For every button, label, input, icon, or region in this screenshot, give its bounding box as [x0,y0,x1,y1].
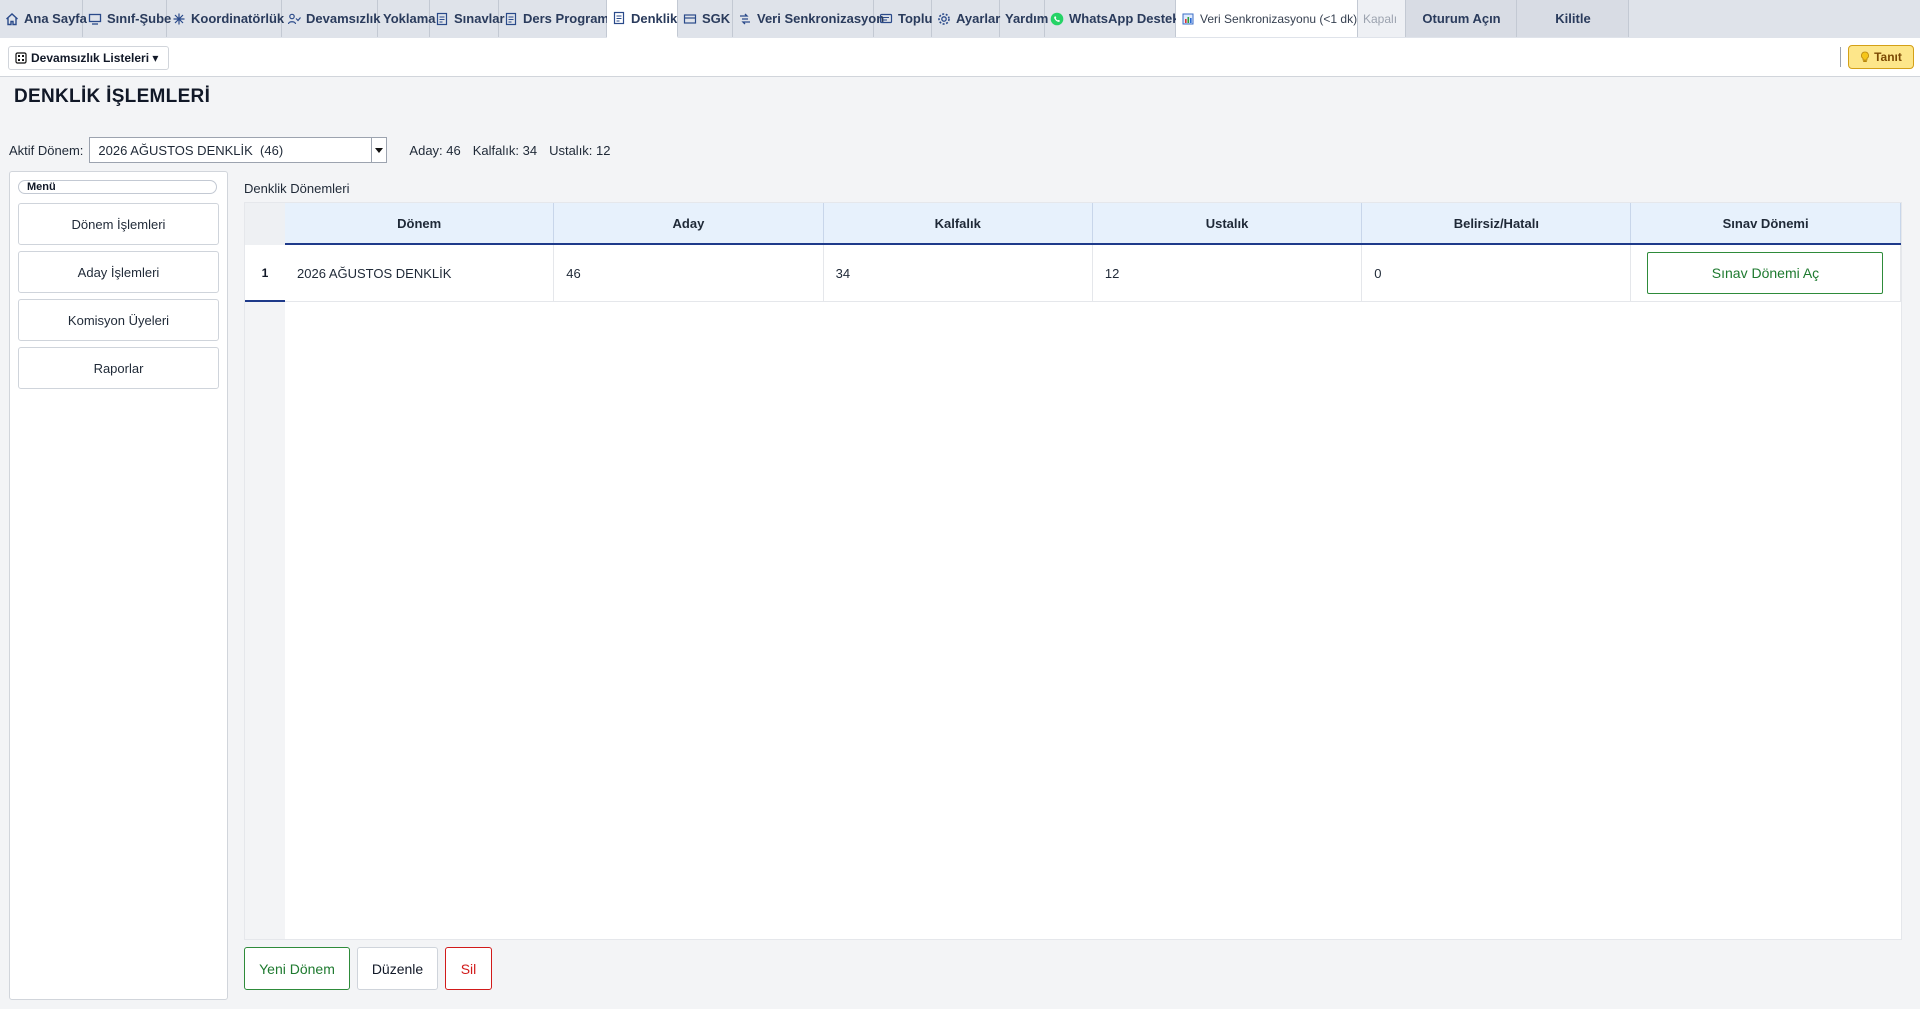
menu-komisyon-uyeleri[interactable]: Komisyon Üyeleri [18,299,219,341]
tab-label: Veri Senkronizasyonu (<1 dk) [1200,11,1358,26]
home-icon [6,12,18,25]
tanit-label: Tanıt [1874,50,1902,64]
table-row[interactable]: 2026 AĞUSTOS DENKLİK 46 34 12 0 Sınav Dö… [285,245,1901,302]
sync-icon [740,13,750,24]
tab-toplu[interactable]: Toplu [874,0,932,37]
tab-yoklama[interactable]: Yoklama [378,0,436,37]
active-period-value: 2026 AĞUSTOS DENKLİK (46) [98,142,284,158]
menu-legend: Menü [18,180,217,194]
cell-ustalik[interactable]: 12 [1093,245,1363,301]
whatsapp-icon [1050,12,1064,25]
grid-corner [245,203,285,245]
tab-label: WhatsApp Destek [1069,11,1180,26]
cell-belirsiz[interactable]: 0 [1362,245,1632,301]
document-icon [505,12,517,25]
tab-label: Devamsızlık [306,11,381,26]
column-header-ustalik[interactable]: Ustalık [1093,203,1363,243]
tab-label: Kilitle [1555,11,1591,26]
delete-button[interactable]: Sil [445,947,492,990]
row-header-column [245,245,285,939]
cell-aday[interactable]: 46 [554,245,824,301]
tab-label: SGK [702,11,731,26]
column-header-sinav-donemi[interactable]: Sınav Dönemi [1631,203,1901,243]
tab-label: Yoklama [383,11,436,26]
period-stats: Aday: 46 Kalfalık: 34 Ustalık: 12 [409,143,610,158]
asterisk-icon [173,13,185,24]
tab-sinavlar[interactable]: Sınavlar [430,0,505,37]
column-header-aday[interactable]: Aday [554,203,824,243]
tab-yardim[interactable]: Yardım [1000,0,1049,37]
document-icon [613,11,625,25]
stat-aday: Aday: 46 [409,142,461,158]
tab-label: Ayarlar [956,11,1001,26]
lightbulb-icon [1861,51,1870,62]
left-menu-panel: Menü Dönem İşlemleri Aday İşlemleri Komi… [9,171,228,1000]
cell-kalfalik[interactable]: 34 [824,245,1093,301]
tab-sinif-sube[interactable]: Sınıf-Şube [83,0,171,37]
tab-kapali[interactable]: Kapalı [1358,0,1406,37]
tanit-button[interactable]: Tanıt [1848,45,1914,69]
tab-label: Denklik [631,10,678,26]
open-exam-period-button[interactable]: Sınav Dönemi Aç [1647,252,1884,294]
tab-whatsapp-destek[interactable]: WhatsApp Destek [1045,0,1180,37]
stat-kalfalik: Kalfalık: 34 [472,142,538,158]
column-header-kalfalik[interactable]: Kalfalık [824,203,1093,243]
attendance-lists-menu-button[interactable]: Devamsızlık Listeleri ▾ [8,46,170,70]
message-icon [879,13,893,23]
main-tab-bar: Ana Sayfa Sınıf-Şube Koordinatörlük Deva… [0,0,1920,39]
periods-grid: Dönem Aday Kalfalık Ustalık Belirsiz/Hat… [244,202,1902,940]
tab-koordinatorluk[interactable]: Koordinatörlük [167,0,285,37]
tab-label: Yardım [1005,11,1049,26]
column-header-donem[interactable]: Dönem [285,203,555,243]
menu-raporlar[interactable]: Raporlar [18,347,219,389]
toolbar-divider [1840,47,1841,67]
tab-label: Sınıf-Şube [107,11,172,26]
menu-aday-islemleri[interactable]: Aday İşlemleri [18,251,219,293]
column-header-belirsiz[interactable]: Belirsiz/Hatalı [1362,203,1632,243]
tab-sgk[interactable]: SGK [678,0,733,37]
tab-label: Ana Sayfa [24,11,87,26]
toolbar: Devamsızlık Listeleri ▾ Tanıt [0,38,1920,77]
tab-label: Ders Programı [523,11,613,26]
chart-icon [1182,13,1194,24]
tab-veri-senkronizasyonu-status[interactable]: Veri Senkronizasyonu (<1 dk) [1176,0,1358,37]
tab-label: Kapalı [1363,11,1398,26]
tab-ayarlar[interactable]: Ayarlar [932,0,1000,37]
classroom-icon [88,13,102,25]
active-period-label: Aktif Dönem: [9,142,84,158]
tab-label: Toplu [898,11,933,26]
tab-veri-senkronizasyon[interactable]: Veri Senkronizasyon [733,0,884,37]
active-period-row: Aktif Dönem: 2026 AĞUSTOS DENKLİK (46) A… [9,136,611,164]
tab-devamsizlik[interactable]: Devamsızlık [282,0,381,37]
tab-label: Sınavlar [454,11,505,26]
grid-caption: Denklik Dönemleri [244,181,350,196]
tab-label: Koordinatörlük [191,11,285,26]
grid-icon [15,52,27,64]
stat-ustalik: Ustalık: 12 [549,142,611,158]
grid-header: Dönem Aday Kalfalık Ustalık Belirsiz/Hat… [285,203,1901,245]
card-icon [683,13,697,24]
lock-button[interactable]: Kilitle [1517,0,1629,37]
document-icon [436,12,448,25]
page-title: DENKLİK İŞLEMLERİ [14,86,211,107]
cell-sinav-donemi: Sınav Dönemi Aç [1631,245,1901,301]
menu-button-label: Devamsızlık Listeleri ▾ [31,51,159,65]
tab-ana-sayfa[interactable]: Ana Sayfa [0,0,87,37]
active-period-select[interactable]: 2026 AĞUSTOS DENKLİK (46) [89,137,388,163]
chevron-down-icon[interactable] [371,138,386,162]
cell-donem[interactable]: 2026 AĞUSTOS DENKLİK [285,245,555,301]
login-button[interactable]: Oturum Açın [1406,0,1517,37]
gear-icon [938,12,950,25]
new-period-button[interactable]: Yeni Dönem [244,947,350,990]
tab-ders-programi[interactable]: Ders Programı [499,0,613,37]
tab-label: Oturum Açın [1422,11,1501,26]
row-number[interactable]: 1 [245,245,285,302]
tab-denklik[interactable]: Denklik [607,0,678,38]
tab-label: Veri Senkronizasyon [757,11,885,26]
people-icon [287,13,301,24]
edit-button[interactable]: Düzenle [357,947,438,990]
menu-donem-islemleri[interactable]: Dönem İşlemleri [18,203,219,245]
